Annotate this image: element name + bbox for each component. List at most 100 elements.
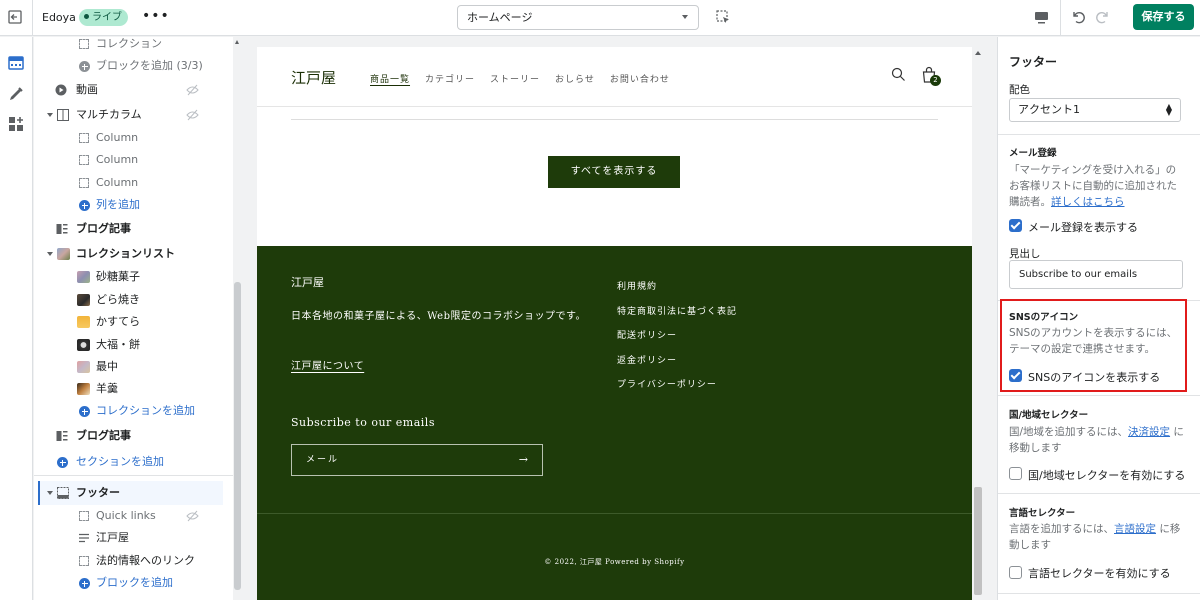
block-item[interactable]: 大福・餅 <box>34 334 224 356</box>
page-select[interactable]: ホームページ <box>457 5 699 30</box>
multicolumn-icon <box>57 109 69 121</box>
country-selector-heading: 国/地域セレクター <box>1009 410 1089 421</box>
country-selector-description: 国/地域を追加するには、決済設定 に移動します <box>1009 424 1185 456</box>
apps-icon[interactable] <box>7 115 25 133</box>
store-preview[interactable]: 江戸屋 商品一覧 カテゴリー ストーリー おしらせ お問い合わせ 2 すべてを表示する … <box>257 47 972 600</box>
language-selector-checkbox[interactable] <box>1009 566 1022 579</box>
block-label: Quick links <box>96 509 156 522</box>
arrow-right-icon[interactable]: → <box>519 445 530 475</box>
section-item-video[interactable]: 動画 <box>34 79 224 101</box>
footer-link[interactable]: プライバシーポリシー <box>617 373 737 398</box>
sidebar-scrollbar[interactable] <box>233 37 242 600</box>
footer-link[interactable]: 利用規約 <box>617 275 737 300</box>
preview-scrollbar[interactable] <box>972 47 984 600</box>
section-item-blog[interactable]: ブログ記事 <box>34 425 224 447</box>
add-block-label: ブロックを追加 (3/3) <box>96 59 203 72</box>
eye-hidden-icon[interactable] <box>186 84 199 96</box>
footer-link[interactable]: 特定商取引法に基づく表記 <box>617 300 737 325</box>
block-label: Column <box>96 131 139 144</box>
learn-more-link[interactable]: 詳しくはこちら <box>1051 196 1125 208</box>
block-icon <box>79 155 89 165</box>
block-item[interactable]: 江戸屋 <box>34 527 224 549</box>
color-scheme-select[interactable]: アクセント1 ▲ ▼ <box>1009 98 1181 122</box>
eye-hidden-icon[interactable] <box>186 510 199 522</box>
nav-item[interactable]: お問い合わせ <box>610 75 670 85</box>
block-item[interactable]: Quick links <box>34 505 224 527</box>
section-item-footer[interactable]: フッター <box>38 481 223 505</box>
divider <box>998 593 1200 594</box>
language-settings-link[interactable]: 言語設定 <box>1114 523 1156 535</box>
select-arrows-icon: ▲ ▼ <box>1165 102 1172 117</box>
theme-settings-icon[interactable] <box>7 85 25 103</box>
block-item[interactable]: Column <box>34 172 224 194</box>
redo-icon[interactable] <box>1095 9 1111 25</box>
top-bar: Edoya ライブ ••• ホームページ 保存する <box>0 0 1200 36</box>
add-collection-button[interactable]: コレクションを追加 <box>34 400 224 422</box>
payment-settings-link[interactable]: 決済設定 <box>1128 426 1170 438</box>
undo-icon[interactable] <box>1070 9 1086 25</box>
collection-list-icon <box>57 248 70 260</box>
nav-item[interactable]: カテゴリー <box>425 75 475 85</box>
add-section-button[interactable]: セクションを追加 <box>34 451 224 473</box>
country-selector-checkbox[interactable] <box>1009 467 1022 480</box>
block-label: どら焼き <box>96 293 140 306</box>
email-input[interactable]: メール → <box>291 444 543 476</box>
scrollbar-thumb[interactable] <box>234 282 241 590</box>
block-item[interactable]: 羊羹 <box>34 378 224 400</box>
add-column-button[interactable]: 列を追加 <box>34 194 224 216</box>
store-footer: 江戸屋 日本各地の和菓子屋による、Web限定のコラボショップです。 江戸屋につい… <box>257 246 972 600</box>
block-item[interactable]: Column <box>34 127 224 149</box>
exit-icon[interactable] <box>8 10 22 24</box>
add-section-label: セクションを追加 <box>76 455 164 468</box>
section-item-collection-list[interactable]: コレクションリスト <box>34 243 224 265</box>
email-signup-description: 「マーケティングを受け入れる」のお客様リストに自動的に追加された購読者。詳しくは… <box>1009 162 1185 210</box>
footer-brand: 江戸屋 <box>291 276 324 289</box>
scrollbar-thumb[interactable] <box>974 487 982 595</box>
text-icon <box>79 533 89 543</box>
sections-icon[interactable] <box>7 54 25 72</box>
footer-links: 利用規約 特定商取引法に基づく表記 配送ポリシー 返金ポリシー プライバシーポリ… <box>617 275 737 398</box>
collection-thumbnail <box>77 383 90 395</box>
block-item[interactable]: コレクション <box>34 37 224 55</box>
blog-icon <box>56 431 68 441</box>
nav-item[interactable]: おしらせ <box>555 75 595 85</box>
email-signup-checkbox[interactable] <box>1009 219 1022 232</box>
block-label: 法的情報へのリンク <box>96 554 195 567</box>
block-item[interactable]: 法的情報へのリンク <box>34 550 224 572</box>
plus-circle-icon <box>79 61 90 72</box>
nav-item[interactable]: ストーリー <box>490 75 540 85</box>
footer-icon <box>57 487 69 499</box>
add-block-label: ブロックを追加 <box>96 576 173 589</box>
block-item[interactable]: どら焼き <box>34 289 224 311</box>
language-selector-heading: 言語セレクター <box>1009 508 1076 519</box>
email-placeholder: メール <box>306 455 340 465</box>
inspector-icon[interactable] <box>716 10 730 24</box>
section-item-multicolumn[interactable]: マルチカラム <box>34 104 224 126</box>
block-item[interactable]: Column <box>34 149 224 171</box>
video-icon <box>55 84 67 96</box>
save-button[interactable]: 保存する <box>1133 4 1194 30</box>
heading-input[interactable]: Subscribe to our emails <box>1009 260 1183 289</box>
divider <box>291 119 938 120</box>
divider <box>257 513 972 514</box>
store-logo[interactable]: 江戸屋 <box>291 67 336 88</box>
block-item[interactable]: かすてら <box>34 311 224 333</box>
block-label: Column <box>96 153 139 166</box>
desktop-view-icon[interactable] <box>1034 10 1049 25</box>
add-block-button[interactable]: ブロックを追加 <box>34 572 224 594</box>
eye-hidden-icon[interactable] <box>186 109 199 121</box>
show-all-button[interactable]: すべてを表示する <box>548 156 680 188</box>
block-label: 最中 <box>96 360 118 373</box>
footer-link[interactable]: 配送ポリシー <box>617 324 737 349</box>
footer-link[interactable]: 返金ポリシー <box>617 349 737 374</box>
footer-about-link[interactable]: 江戸屋について <box>291 357 364 372</box>
scroll-up-icon[interactable] <box>975 51 981 55</box>
cart-count-badge: 2 <box>930 75 941 86</box>
more-actions-button[interactable]: ••• <box>142 8 170 24</box>
block-item[interactable]: 最中 <box>34 356 224 378</box>
nav-item[interactable]: 商品一覧 <box>370 75 410 85</box>
section-item-blog[interactable]: ブログ記事 <box>34 218 224 240</box>
block-item[interactable]: 砂糖菓子 <box>34 266 224 288</box>
search-icon[interactable] <box>891 67 906 82</box>
scroll-up-icon[interactable] <box>235 40 239 44</box>
